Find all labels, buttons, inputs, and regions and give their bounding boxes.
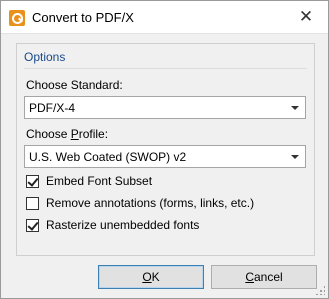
embed-font-subset-label[interactable]: Embed Font Subset xyxy=(46,174,152,188)
rasterize-unembedded-fonts-label[interactable]: Rasterize unembedded fonts xyxy=(46,218,199,232)
chevron-down-icon[interactable] xyxy=(291,106,299,110)
profile-dropdown-value: U.S. Web Coated (SWOP) v2 xyxy=(29,150,187,164)
standard-dropdown[interactable]: PDF/X-4 xyxy=(24,96,306,119)
standard-dropdown-value: PDF/X-4 xyxy=(29,101,76,115)
remove-annotations-label[interactable]: Remove annotations (forms, links, etc.) xyxy=(46,196,254,210)
title-bar[interactable]: Convert to PDF/X ✕ xyxy=(1,1,328,34)
window-title: Convert to PDF/X xyxy=(32,10,134,25)
cancel-button[interactable]: Cancel xyxy=(211,265,317,289)
chevron-down-icon[interactable] xyxy=(291,155,299,159)
pdf-app-icon xyxy=(9,10,25,26)
convert-to-pdfx-dialog: Convert to PDF/X ✕ Options Choose Standa… xyxy=(0,0,329,299)
embed-font-subset-checkbox[interactable] xyxy=(26,175,39,188)
rasterize-unembedded-fonts-checkbox[interactable] xyxy=(26,219,39,232)
options-group: Options Choose Standard: PDF/X-4 Choose … xyxy=(16,43,315,256)
profile-dropdown[interactable]: U.S. Web Coated (SWOP) v2 xyxy=(24,145,306,168)
close-button[interactable]: ✕ xyxy=(286,1,326,33)
remove-annotations-checkbox[interactable] xyxy=(26,197,39,210)
choose-profile-label: Choose Profile: xyxy=(26,127,109,141)
choose-standard-label: Choose Standard: xyxy=(26,78,123,92)
group-separator xyxy=(24,68,307,69)
options-group-title: Options xyxy=(24,50,66,64)
ok-button[interactable]: OK xyxy=(98,265,204,289)
